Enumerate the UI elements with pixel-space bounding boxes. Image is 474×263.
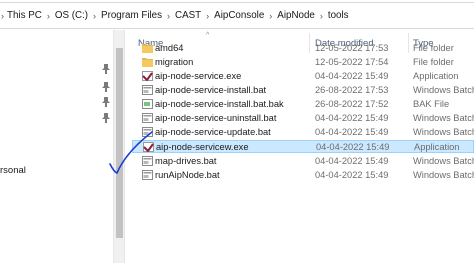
file-type: BAK File <box>413 99 450 109</box>
nav-item-personal[interactable]: rsonal <box>0 165 26 176</box>
file-type: Windows Batch F <box>413 85 474 95</box>
file-name: aip-node-servicew.exe <box>156 142 249 152</box>
file-date: 04-04-2022 15:49 <box>315 156 389 166</box>
file-row[interactable]: aip-node-service-install.bat.bak 26-08-20… <box>132 98 474 111</box>
file-date: 04-04-2022 15:49 <box>315 113 389 123</box>
file-row[interactable]: runAipNode.bat 04-04-2022 15:49 Windows Ba… <box>132 169 474 182</box>
check-mark-annotation <box>109 131 153 174</box>
file-name: aip-node-service-update.bat <box>155 127 271 137</box>
file-date: 04-04-2022 15:49 <box>315 71 389 81</box>
bak-file-icon <box>142 99 153 109</box>
file-name: aip-node-service-install.bat <box>155 85 267 95</box>
file-type: Application <box>414 142 460 152</box>
breadcrumb-this-pc[interactable]: › This PC <box>0 3 46 28</box>
file-type: Windows Batch F <box>413 170 474 180</box>
file-row[interactable]: map-drives.bat 04-04-2022 15:49 Windows Ba… <box>132 155 474 168</box>
file-date: 04-04-2022 15:49 <box>315 127 389 137</box>
file-name: aip-node-service-install.bat.bak <box>155 99 284 109</box>
file-row-selected[interactable]: aip-node-servicew.exe 04-04-2022 15:49 App… <box>132 140 474 153</box>
breadcrumb-os-c[interactable]: › OS (C:) <box>46 3 92 28</box>
breadcrumb-tools[interactable]: › tools <box>319 3 353 28</box>
file-name: aip-node-service-uninstall.bat <box>155 113 277 123</box>
pin-icon[interactable] <box>102 113 110 123</box>
file-name: amd64 <box>155 43 184 53</box>
file-type: File folder <box>413 57 454 67</box>
batch-file-icon <box>142 113 153 123</box>
breadcrumb-aipconsole[interactable]: › AipConsole <box>205 3 268 28</box>
file-type: Windows Batch F <box>413 127 474 137</box>
file-name: map-drives.bat <box>155 156 217 166</box>
file-row[interactable]: aip-node-service-install.bat 26-08-2022 1… <box>132 84 474 97</box>
pin-icon[interactable] <box>102 64 110 74</box>
file-name: runAipNode.bat <box>155 170 220 180</box>
file-row[interactable]: aip-node-service-update.bat 04-04-2022 15… <box>132 126 474 139</box>
file-date: 04-04-2022 15:49 <box>315 170 389 180</box>
navigation-pane[interactable]: rsonal <box>0 30 113 263</box>
file-date: 04-04-2022 15:49 <box>316 142 390 152</box>
address-bar[interactable]: › This PC › OS (C:) › Program Files › CAST ›… <box>0 2 474 29</box>
file-row[interactable]: amd64 12-05-2022 17:53 File folder <box>132 42 474 55</box>
file-type: Application <box>413 71 459 81</box>
file-row[interactable]: aip-node-service.exe 04-04-2022 15:49 Appl… <box>132 70 474 83</box>
file-type: File folder <box>413 43 454 53</box>
breadcrumb-aipnode[interactable]: › AipNode <box>268 3 319 28</box>
pin-icon[interactable] <box>102 82 110 92</box>
file-name: aip-node-service.exe <box>155 71 242 81</box>
file-date: 12-05-2022 17:54 <box>315 57 389 67</box>
file-row[interactable]: aip-node-service-uninstall.bat 04-04-2022… <box>132 112 474 125</box>
file-date: 26-08-2022 17:52 <box>315 99 389 109</box>
folder-icon <box>142 57 153 67</box>
file-date: 12-05-2022 17:53 <box>315 43 389 53</box>
file-name: migration <box>155 57 194 67</box>
pin-icon[interactable] <box>102 97 110 107</box>
file-row[interactable]: migration 12-05-2022 17:54 File folder <box>132 56 474 69</box>
file-type: Windows Batch F <box>413 156 474 166</box>
folder-icon <box>142 43 153 53</box>
file-list[interactable]: ^ Name Date modified Type amd64 12-05-202… <box>126 30 474 263</box>
breadcrumb-cast[interactable]: › CAST <box>166 3 205 28</box>
breadcrumb-program-files[interactable]: › Program Files <box>92 3 166 28</box>
batch-file-icon <box>142 85 153 95</box>
application-icon <box>142 71 153 82</box>
sort-caret-icon: ^ <box>206 32 210 39</box>
file-type: Windows Batch F <box>413 113 474 123</box>
file-date: 26-08-2022 17:53 <box>315 85 389 95</box>
